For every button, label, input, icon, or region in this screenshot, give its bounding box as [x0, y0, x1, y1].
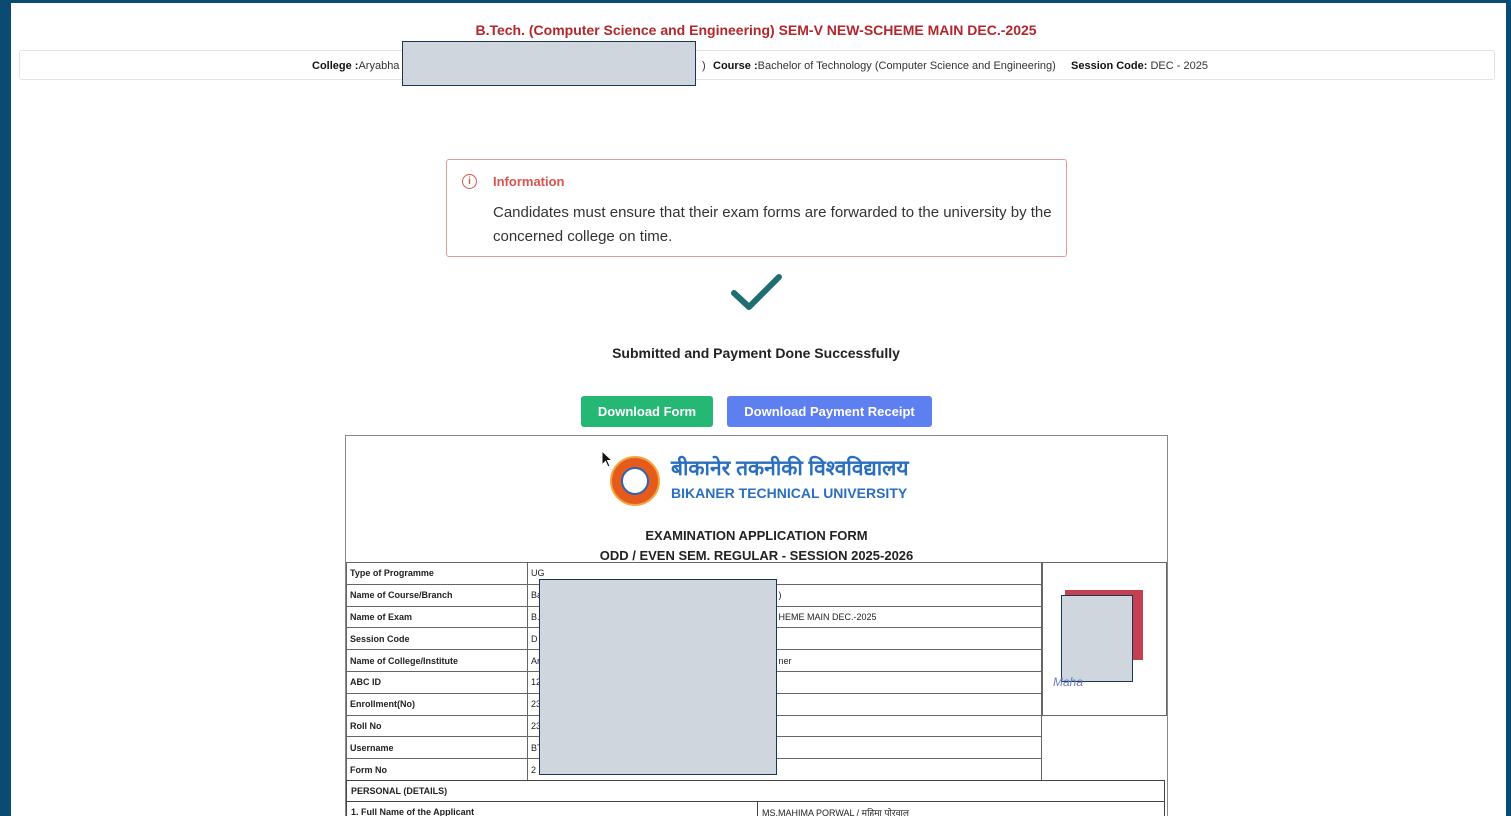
row-label: Name of Exam [346, 605, 528, 629]
row-label: Name of College/Institute [346, 649, 528, 672]
course-info-bar: College :Aryabha ) Course :Bachelor of T… [19, 50, 1495, 80]
information-alert: i Information Candidates must ensure tha… [446, 159, 1067, 257]
row-label: Name of Course/Branch [346, 583, 528, 607]
row-value-start: UG [531, 568, 545, 579]
row-value-end: HEME MAIN DEC.-2025 [778, 611, 877, 622]
college-label: College : [312, 60, 359, 72]
personal-details-table: PERSONAL (DETAILS) 1. Full Name of the A… [346, 780, 1165, 816]
course-label: Course : [713, 60, 758, 72]
table-row: PERSONAL (DETAILS) [346, 780, 1165, 802]
row-label: Username [346, 736, 528, 760]
download-payment-receipt-button[interactable]: Download Payment Receipt [727, 396, 932, 427]
row-label: Form No [346, 758, 528, 781]
university-name-english: BIKANER TECHNICAL UNIVERSITY [671, 485, 908, 501]
table-row: 1. Full Name of the Applicant MS.MAHIMA P… [346, 801, 1165, 816]
college-info: College :Aryabha [312, 60, 399, 72]
download-form-button[interactable]: Download Form [581, 396, 713, 427]
college-tail: ) [702, 60, 706, 72]
row-label: Roll No [346, 714, 528, 738]
session-value: DEC - 2025 [1150, 60, 1208, 72]
alert-title: Information [493, 174, 565, 189]
photo-cell: Maha [1042, 562, 1167, 716]
full-name-value: MS.MAHIMA PORWAL / महिमा पोरवाल [757, 801, 1165, 816]
checkmark-icon [731, 274, 782, 310]
row-label: Session Code [346, 627, 528, 651]
row-value-end: ner [778, 655, 792, 666]
mouse-cursor-icon [601, 450, 613, 468]
form-title: EXAMINATION APPLICATION FORM [645, 528, 868, 543]
full-name-label: 1. Full Name of the Applicant [346, 801, 758, 816]
redaction-box [539, 579, 777, 775]
row-label: ABC ID [346, 670, 528, 694]
session-info: Session Code: DEC - 2025 [1071, 60, 1208, 72]
alert-message: Candidates must ensure that their exam f… [493, 204, 1052, 245]
row-label: Type of Programme [346, 562, 528, 585]
course-info: Course :Bachelor of Technology (Computer… [713, 60, 1056, 72]
page: B.Tech. (Computer Science and Engineerin… [11, 3, 1506, 816]
photo-redaction-box [1061, 595, 1133, 682]
college-value: Aryabha [358, 60, 400, 72]
applicant-signature: Maha [1053, 675, 1084, 689]
info-circle-icon: i [462, 174, 477, 189]
row-label: Enrollment(No) [346, 692, 528, 716]
university-name-hindi: बीकानेर तकनीकी विश्वविद्यालय [671, 457, 909, 480]
form-session-title: ODD / EVEN SEM. REGULAR - SESSION 2025-2… [599, 548, 914, 563]
university-logo [610, 456, 660, 506]
success-message: Submitted and Payment Done Successfully [612, 345, 900, 361]
exam-title: B.Tech. (Computer Science and Engineerin… [475, 22, 1037, 38]
personal-details-header: PERSONAL (DETAILS) [346, 780, 1165, 802]
course-value: Bachelor of Technology (Computer Science… [757, 60, 1056, 72]
session-label: Session Code: [1071, 60, 1148, 72]
row-value-end: ) [778, 590, 782, 601]
row-value-start: D [531, 633, 538, 644]
row-value-start: 2 [531, 764, 537, 775]
redaction-box [402, 41, 696, 86]
